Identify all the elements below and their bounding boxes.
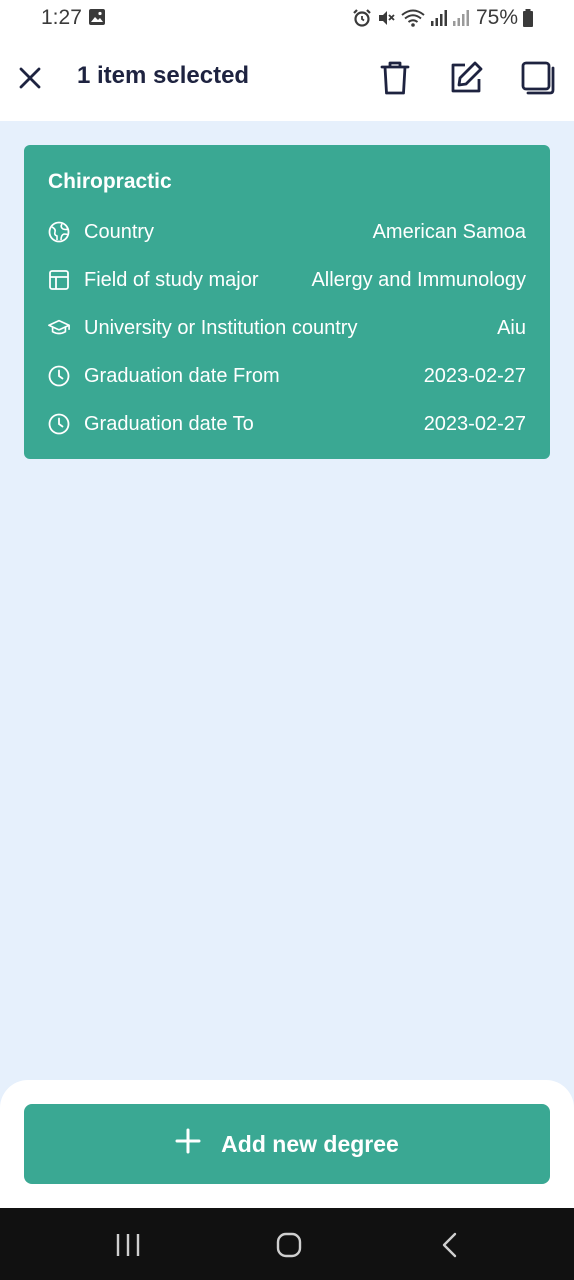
degree-row-country: Country American Samoa <box>48 217 526 247</box>
wifi-icon <box>400 8 426 28</box>
row-label: University or Institution country <box>84 316 358 339</box>
row-label: Country <box>84 220 155 243</box>
mute-icon <box>376 8 396 28</box>
close-icon[interactable] <box>14 62 46 94</box>
bottom-panel: Add new degree <box>0 1080 574 1208</box>
row-label: Graduation date To <box>84 412 254 435</box>
status-icons: 75% <box>352 6 534 30</box>
degree-row-university: University or Institution country Aiu <box>48 313 526 343</box>
row-value: 2023-02-27 <box>423 364 526 387</box>
back-icon[interactable] <box>430 1230 470 1260</box>
row-label: Field of study major <box>84 268 259 291</box>
alarm-icon <box>352 8 372 28</box>
degree-row-date-to: Graduation date To 2023-02-27 <box>48 409 526 439</box>
battery-icon <box>522 9 534 27</box>
battery-percent: 75% <box>475 6 518 29</box>
system-nav-bar <box>0 1208 574 1280</box>
gallery-icon <box>88 8 106 32</box>
selection-toolbar: 1 item selected <box>0 36 574 121</box>
degree-row-field: Field of study major Allergy and Immunol… <box>48 265 526 295</box>
globe-icon <box>48 221 70 243</box>
layout-icon <box>48 269 70 291</box>
status-bar: 1:27 75% <box>0 0 574 36</box>
graduation-cap-icon <box>48 317 70 339</box>
row-value: 2023-02-27 <box>423 412 526 435</box>
degree-title: Chiropractic <box>48 170 172 193</box>
edit-icon[interactable] <box>446 58 486 98</box>
recents-icon[interactable] <box>108 1230 148 1260</box>
degree-row-date-from: Graduation date From 2023-02-27 <box>48 361 526 391</box>
plus-icon <box>175 1128 201 1160</box>
clock-icon <box>48 413 70 435</box>
row-value: Aiu <box>497 316 526 339</box>
status-time: 1:27 <box>41 6 82 29</box>
add-degree-label: Add new degree <box>221 1130 399 1157</box>
home-icon[interactable] <box>269 1230 309 1260</box>
row-value: Allergy and Immunology <box>311 268 526 291</box>
degree-card[interactable]: Chiropractic Country American Samoa Fiel… <box>24 145 550 459</box>
row-value: American Samoa <box>372 220 526 243</box>
copy-icon[interactable] <box>518 58 558 98</box>
selection-title: 1 item selected <box>77 62 250 89</box>
row-label: Graduation date From <box>84 364 280 387</box>
signal-icon <box>430 9 448 27</box>
signal-icon <box>452 9 470 27</box>
trash-icon[interactable] <box>375 58 415 98</box>
add-degree-button[interactable]: Add new degree <box>24 1104 550 1184</box>
clock-icon <box>48 365 70 387</box>
